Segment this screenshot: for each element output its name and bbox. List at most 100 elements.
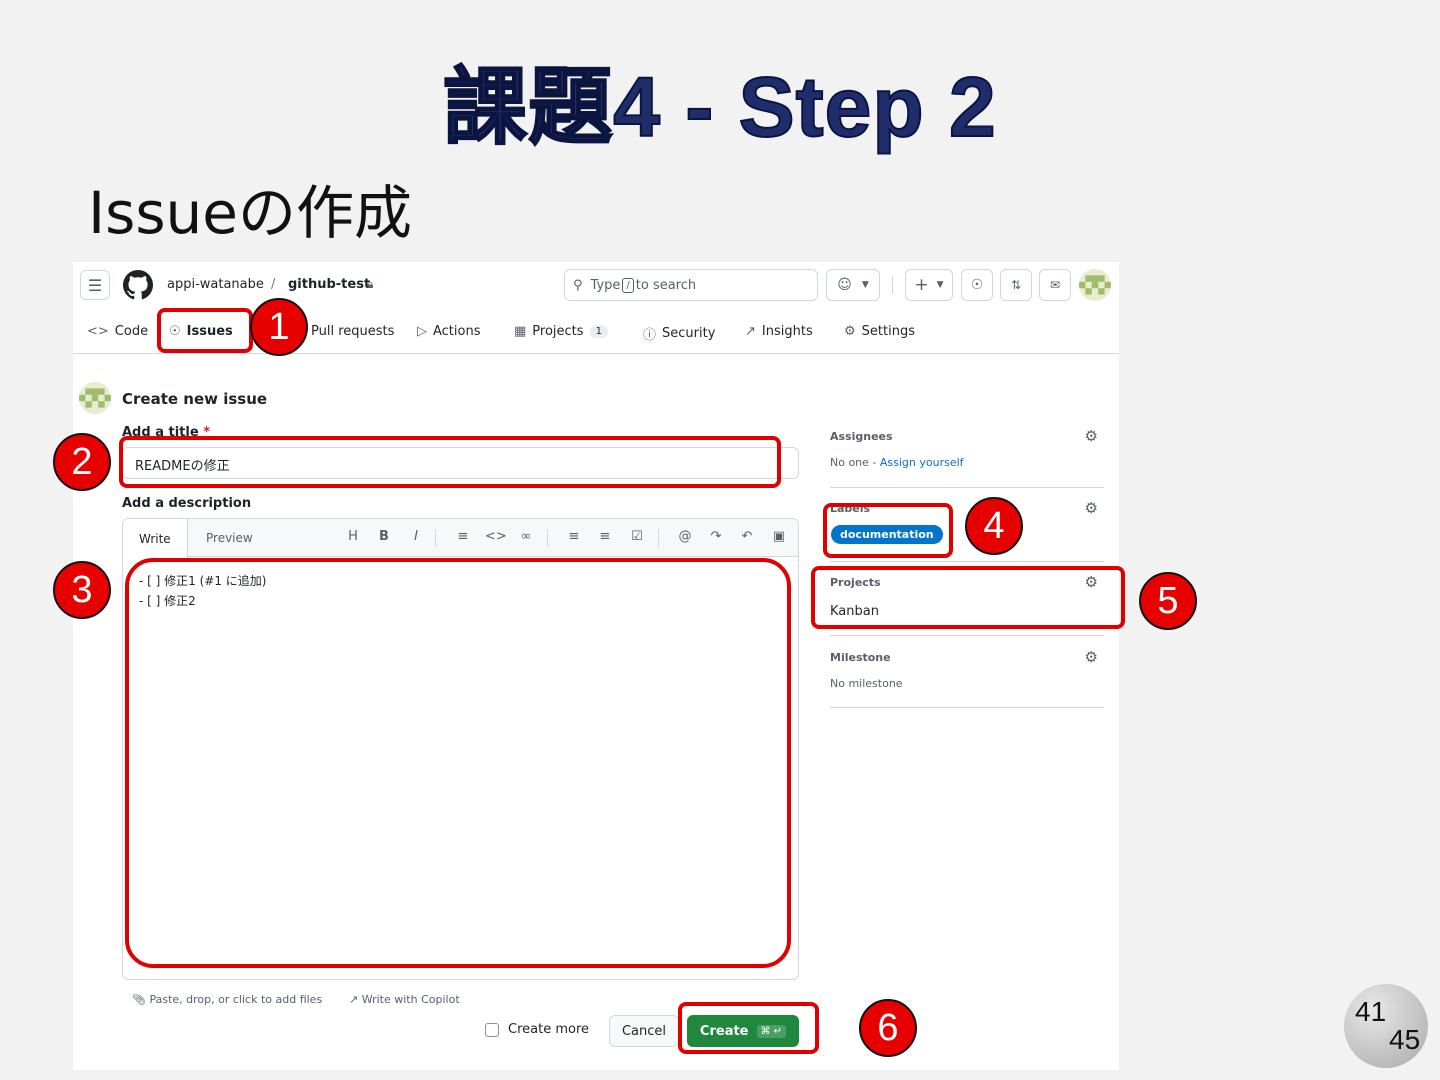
attach-files-text: Paste, drop, or click to add files — [149, 993, 323, 1006]
issues-button[interactable]: ☉ — [961, 269, 993, 301]
highlight-description — [125, 558, 791, 968]
table-icon: ▦ — [514, 324, 527, 339]
reference-icon[interactable]: ↷ — [707, 529, 725, 544]
milestone-section: Milestone ⚙ No milestone — [830, 648, 1104, 708]
paperclip-icon: 📎︎ — [132, 993, 146, 1006]
write-with-copilot-link[interactable]: ↗ Write with Copilot — [349, 993, 460, 1006]
tab-label: Code — [114, 324, 149, 339]
menu-icon[interactable]: ☰ — [80, 270, 110, 300]
tab-label: Security — [662, 326, 716, 341]
search-input[interactable]: ⚲ Type / to search — [564, 269, 818, 301]
tab-projects[interactable]: ▦ Projects 1 — [514, 324, 608, 339]
highlight-projects — [811, 566, 1125, 629]
copilot-icon: ☺ — [837, 277, 852, 293]
create-more-label: Create more — [508, 1022, 590, 1037]
toolbar-divider — [658, 529, 659, 547]
code-icon[interactable]: <> — [485, 529, 507, 544]
graph-icon: ↗ — [745, 324, 756, 339]
search-shortcut-key: / — [622, 277, 634, 293]
fullscreen-icon[interactable]: ▣ — [770, 529, 788, 544]
gear-icon[interactable]: ⚙ — [1085, 648, 1098, 666]
highlight-title-input — [119, 436, 781, 488]
identicon-icon — [79, 388, 111, 408]
step-badge-4: 4 — [965, 497, 1023, 555]
search-icon: ⚲ — [573, 277, 583, 293]
milestone-value: No milestone — [830, 677, 903, 690]
step-badge-6: 6 — [859, 999, 917, 1057]
cancel-button[interactable]: Cancel — [609, 1015, 679, 1047]
undo-icon[interactable]: ↶ — [738, 529, 756, 544]
page-title: Create new issue — [122, 390, 268, 408]
step-badge-2: 2 — [53, 433, 111, 491]
assign-yourself-link[interactable]: Assign yourself — [880, 456, 964, 469]
numbered-list-icon[interactable]: ≡ — [596, 529, 614, 544]
search-prefix: Type — [590, 277, 621, 293]
description-label: Add a description — [122, 496, 252, 511]
quote-icon[interactable]: ≡ — [454, 529, 472, 544]
tab-label: Insights — [761, 324, 813, 339]
bulleted-list-icon[interactable]: ≡ — [565, 529, 583, 544]
page-number-total: 45 — [1389, 1024, 1421, 1055]
toolbar-divider — [547, 529, 548, 547]
assignees-value: No one - Assign yourself — [830, 456, 964, 469]
highlight-labels — [823, 503, 953, 558]
tab-code[interactable]: <> Code — [87, 324, 148, 339]
pull-request-icon: ⇅ — [1010, 278, 1022, 292]
code-icon: <> — [87, 324, 109, 339]
step-badge-1: 1 — [250, 298, 308, 356]
assignees-heading: Assignees — [830, 430, 893, 443]
tab-label: Pull requests — [311, 324, 395, 339]
copilot-button[interactable]: ☺ ▼ — [826, 269, 880, 301]
repo-owner-link[interactable]: appi-watanabe — [167, 277, 264, 292]
assignees-section: Assignees ⚙ No one - Assign yourself — [830, 427, 1104, 488]
attach-files-hint[interactable]: 📎︎ Paste, drop, or click to add files — [132, 993, 322, 1006]
step-badge-5: 5 — [1139, 572, 1197, 630]
tab-label: Projects — [532, 324, 584, 339]
tab-label: Settings — [861, 324, 915, 339]
issue-icon: ☉ — [970, 277, 984, 293]
italic-button[interactable]: I — [407, 529, 425, 544]
tab-pull-requests[interactable]: Pull requests — [311, 324, 394, 339]
author-avatar — [79, 382, 111, 414]
tab-insights[interactable]: ↗ Insights — [745, 324, 813, 339]
slide-title: 課題4 - Step 2 — [442, 59, 997, 155]
header-divider — [892, 276, 893, 294]
gear-icon[interactable]: ⚙ — [1085, 427, 1098, 445]
task-list-icon[interactable]: ☑ — [628, 529, 646, 544]
tab-preview[interactable]: Preview — [190, 519, 269, 557]
play-icon: ▷ — [417, 324, 427, 339]
tab-actions[interactable]: ▷ Actions — [417, 324, 481, 339]
arrow-up-right-icon: ↗ — [349, 993, 359, 1006]
mention-icon[interactable]: @ — [676, 529, 694, 544]
create-new-button[interactable]: + ▼ — [905, 269, 953, 301]
pull-requests-button[interactable]: ⇅ — [1000, 269, 1032, 301]
toolbar-divider — [435, 529, 436, 547]
user-avatar[interactable] — [1079, 269, 1111, 301]
projects-count-badge: 1 — [589, 325, 608, 338]
inbox-icon: ✉ — [1049, 278, 1061, 292]
heading-button[interactable]: H — [344, 529, 362, 544]
inbox-button[interactable]: ✉ — [1039, 269, 1071, 301]
tab-settings[interactable]: ⚙ Settings — [844, 324, 915, 339]
tab-write[interactable]: Write — [123, 519, 188, 558]
gear-icon[interactable]: ⚙ — [1085, 499, 1098, 517]
repo-name-link[interactable]: github-test — [288, 277, 370, 292]
lock-icon: 🔒︎ — [367, 277, 374, 291]
gear-icon: ⚙ — [844, 324, 856, 339]
step-badge-3: 3 — [53, 561, 111, 619]
breadcrumb-separator: / — [271, 277, 276, 292]
chevron-down-icon: ▼ — [861, 280, 869, 290]
bold-button[interactable]: B — [375, 529, 393, 544]
plus-icon: + — [914, 275, 929, 295]
link-icon[interactable]: ∞ — [517, 529, 535, 544]
github-logo-icon[interactable] — [123, 270, 153, 300]
create-more-checkbox[interactable] — [485, 1023, 499, 1037]
highlight-create-button — [678, 1002, 819, 1054]
highlight-issues-tab — [157, 308, 253, 353]
slide-subtitle: Issueの作成 — [88, 179, 412, 247]
identicon-icon — [1079, 275, 1111, 295]
tab-security[interactable]: ⓘ Security — [643, 324, 715, 343]
search-suffix: to search — [635, 277, 697, 293]
tab-label: Actions — [433, 324, 481, 339]
copilot-link-text: Write with Copilot — [361, 993, 460, 1006]
